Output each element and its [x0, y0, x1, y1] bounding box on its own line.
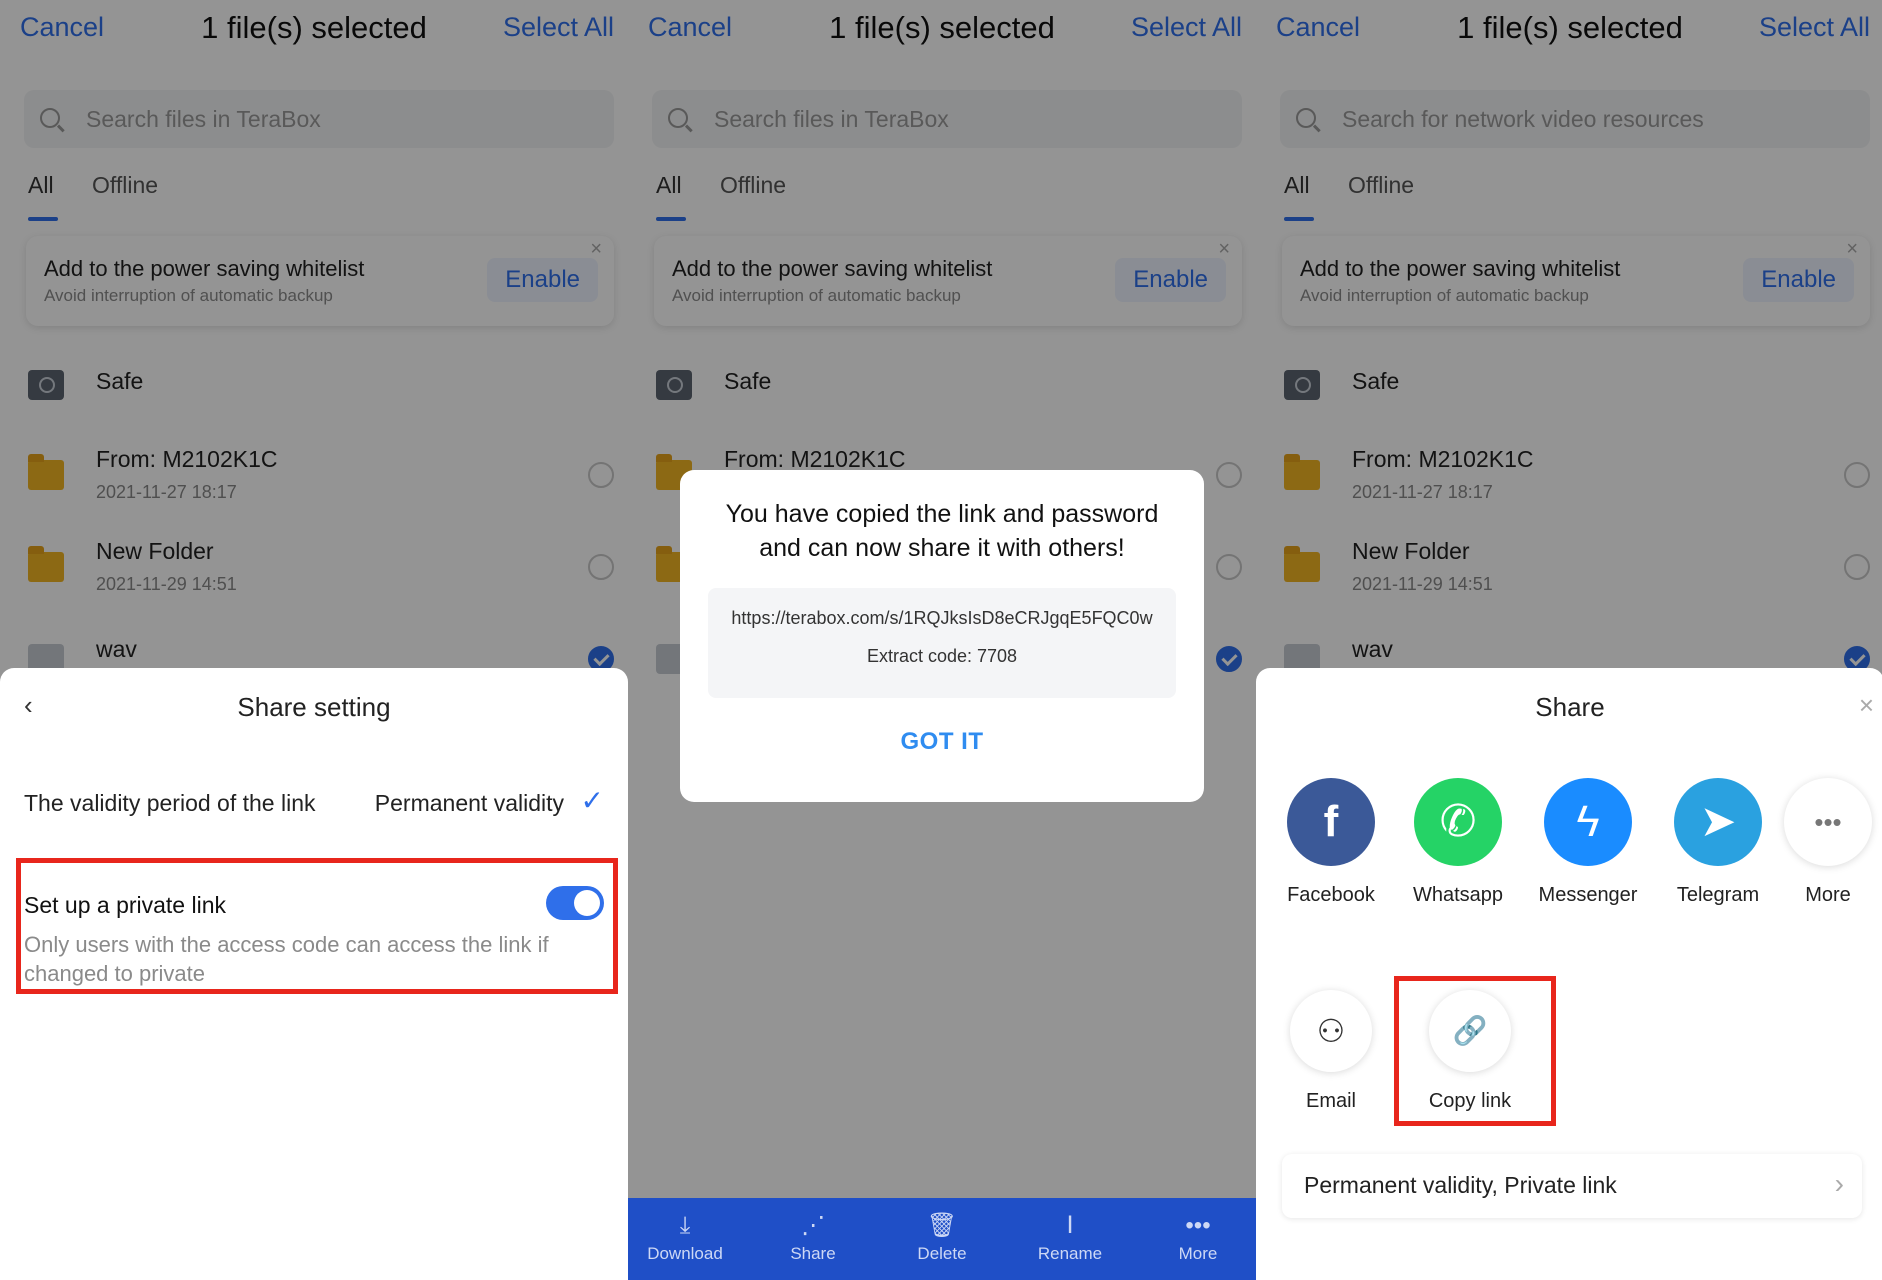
- app-label: Messenger: [1538, 884, 1638, 906]
- dialog-message-line1: You have copied the link and password: [725, 500, 1159, 528]
- validity-value[interactable]: Permanent validity: [375, 790, 564, 817]
- share-settings-row[interactable]: Permanent validity, Private link ›: [1282, 1154, 1862, 1218]
- got-it-button[interactable]: GOT IT: [680, 728, 1204, 756]
- link-box: https://terabox.com/s/1RQJksIsD8eCRJgqE5…: [708, 588, 1176, 698]
- app-label: Whatsapp: [1412, 884, 1504, 906]
- share-icon: ⋰: [801, 1212, 825, 1239]
- link-copied-dialog: You have copied the link and password an…: [680, 470, 1204, 802]
- share-telegram[interactable]: ➤ Telegram: [1664, 778, 1772, 907]
- more-button[interactable]: ••• More: [1143, 1198, 1253, 1280]
- messenger-icon: ϟ: [1544, 778, 1632, 866]
- sheet-title: Share: [1535, 692, 1605, 722]
- add-user-icon: ⚇: [1290, 990, 1372, 1072]
- sheet-title: Share setting: [237, 692, 391, 722]
- check-icon: ✓: [580, 785, 604, 816]
- action-label: Email: [1305, 1090, 1356, 1112]
- whatsapp-icon: ✆: [1414, 778, 1502, 866]
- share-button[interactable]: ⋰ Share: [758, 1198, 868, 1280]
- app-label: Telegram: [1676, 884, 1760, 906]
- panel-share-setting: Cancel 1 file(s) selected Select All Sea…: [0, 0, 628, 1280]
- more-icon: •••: [1185, 1212, 1211, 1239]
- facebook-icon: f: [1287, 778, 1375, 866]
- share-label: Share: [790, 1244, 836, 1263]
- delete-label: Delete: [917, 1244, 967, 1263]
- chevron-right-icon: ›: [1834, 1168, 1844, 1199]
- share-more[interactable]: ••• More: [1776, 778, 1880, 907]
- bottom-action-bar: ⤓ Download ⋰ Share 🗑 Delete Ⅰ Rename •••…: [628, 1198, 1256, 1280]
- share-email[interactable]: ⚇ Email: [1277, 990, 1385, 1113]
- settings-summary: Permanent validity, Private link: [1304, 1172, 1617, 1198]
- share-url: https://terabox.com/s/1RQJksIsD8eCRJgqE5…: [731, 608, 1153, 628]
- share-messenger[interactable]: ϟ Messenger: [1534, 778, 1642, 907]
- close-icon[interactable]: ×: [1859, 690, 1874, 721]
- share-whatsapp[interactable]: ✆ Whatsapp: [1404, 778, 1512, 907]
- highlight-box: [1394, 976, 1556, 1126]
- panel-link-copied: Cancel 1 file(s) selected Select All Sea…: [628, 0, 1256, 1280]
- private-link-toggle[interactable]: [546, 886, 604, 920]
- share-sheet: Share × f Facebook ✆ Whatsapp ϟ Messenge…: [1256, 668, 1882, 1280]
- telegram-icon: ➤: [1674, 778, 1762, 866]
- more-icon: •••: [1784, 778, 1872, 866]
- more-label: More: [1178, 1244, 1218, 1263]
- rename-button[interactable]: Ⅰ Rename: [1015, 1198, 1125, 1280]
- app-label: Facebook: [1287, 884, 1375, 906]
- app-label: More: [1805, 884, 1851, 906]
- trash-icon: 🗑: [926, 1212, 958, 1239]
- download-label: Download: [647, 1244, 723, 1263]
- rename-label: Rename: [1037, 1244, 1103, 1263]
- download-button[interactable]: ⤓ Download: [630, 1198, 740, 1280]
- validity-label: The validity period of the link: [24, 790, 316, 816]
- share-setting-sheet: ‹ Share setting The validity period of t…: [0, 668, 628, 1280]
- delete-button[interactable]: 🗑 Delete: [887, 1198, 997, 1280]
- panel-share-options: Cancel 1 file(s) selected Select All Sea…: [1256, 0, 1882, 1280]
- toggle-knob: [574, 890, 600, 916]
- rename-icon: Ⅰ: [1066, 1212, 1074, 1239]
- private-link-description: Only users with the access code can acce…: [24, 932, 549, 986]
- download-icon: ⤓: [679, 1212, 691, 1239]
- dialog-message-line2: and can now share it with others!: [759, 534, 1125, 562]
- private-link-label: Set up a private link: [24, 892, 227, 918]
- share-facebook[interactable]: f Facebook: [1277, 778, 1385, 907]
- extract-code: Extract code: 7708: [866, 646, 1018, 666]
